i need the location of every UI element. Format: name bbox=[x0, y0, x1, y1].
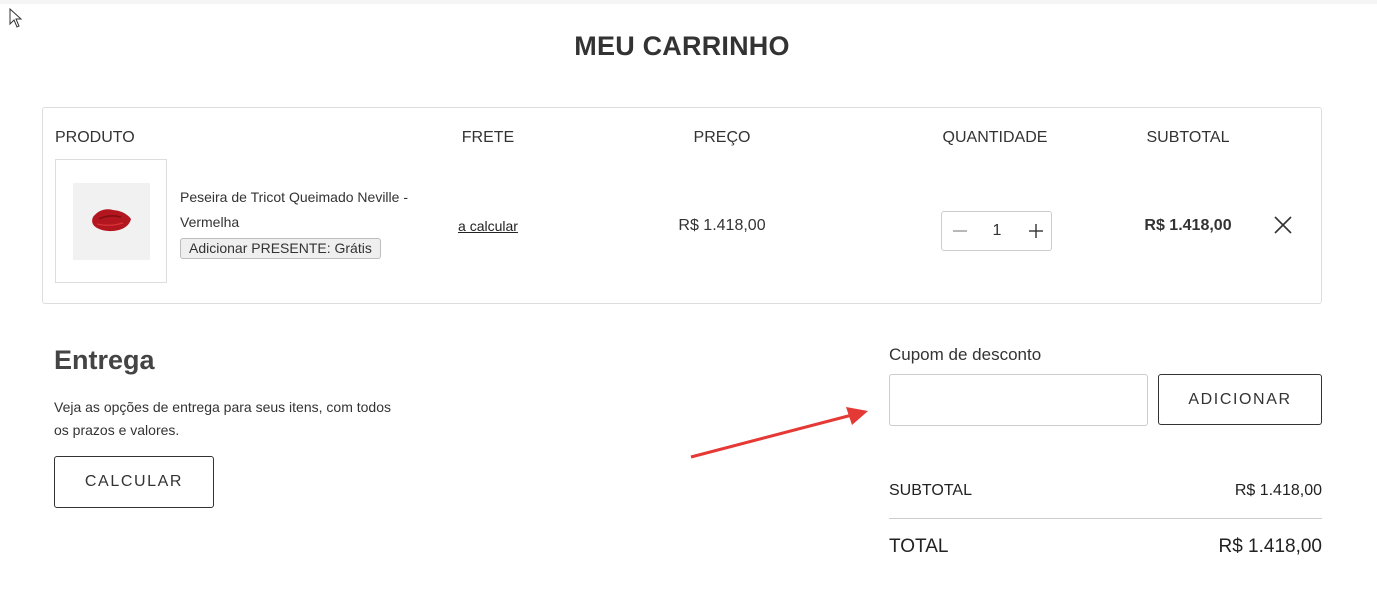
plus-icon[interactable] bbox=[1026, 221, 1046, 241]
coupon-label: Cupom de desconto bbox=[889, 345, 1042, 364]
summary-subtotal-value: R$ 1.418,00 bbox=[1234, 482, 1322, 499]
coupon-input[interactable] bbox=[889, 374, 1148, 426]
quantity-stepper: 1 bbox=[941, 211, 1052, 251]
shipping-title: Entrega bbox=[54, 345, 155, 375]
mouse-cursor-icon bbox=[9, 8, 23, 28]
calculate-shipping-link[interactable]: a calcular bbox=[430, 218, 546, 234]
summary-total-value: R$ 1.418,00 bbox=[1218, 536, 1322, 557]
product-thumbnail-icon bbox=[92, 209, 131, 232]
column-header-product: PRODUTO bbox=[55, 129, 135, 146]
add-coupon-button[interactable]: ADICIONAR bbox=[1158, 374, 1322, 425]
product-image-background bbox=[73, 183, 150, 260]
add-gift-button[interactable]: Adicionar PRESENTE: Grátis bbox=[180, 238, 381, 259]
column-header-quantity: QUANTIDADE bbox=[942, 129, 1048, 146]
column-header-price: PREÇO bbox=[693, 129, 751, 146]
column-header-shipping: FRETE bbox=[461, 129, 515, 146]
quantity-value[interactable]: 1 bbox=[982, 222, 1012, 240]
summary-subtotal-label: SUBTOTAL bbox=[889, 482, 972, 499]
shipping-description: Veja as opções de entrega para seus iten… bbox=[54, 399, 391, 438]
item-price: R$ 1.418,00 bbox=[678, 217, 766, 234]
minus-icon[interactable] bbox=[950, 221, 970, 241]
product-image[interactable] bbox=[55, 159, 167, 283]
close-icon[interactable] bbox=[1273, 215, 1293, 235]
annotation-arrow-icon bbox=[690, 407, 868, 459]
top-bar bbox=[0, 0, 1377, 4]
page-title: MEU CARRINHO bbox=[574, 31, 790, 61]
summary-divider bbox=[889, 518, 1322, 519]
product-name[interactable]: Peseira de Tricot Queimado Neville - Ver… bbox=[180, 185, 420, 235]
column-header-subtotal: SUBTOTAL bbox=[1146, 129, 1230, 146]
calculate-button[interactable]: CALCULAR bbox=[54, 456, 214, 508]
item-subtotal: R$ 1.418,00 bbox=[1144, 217, 1232, 234]
summary-total-label: TOTAL bbox=[889, 536, 949, 557]
